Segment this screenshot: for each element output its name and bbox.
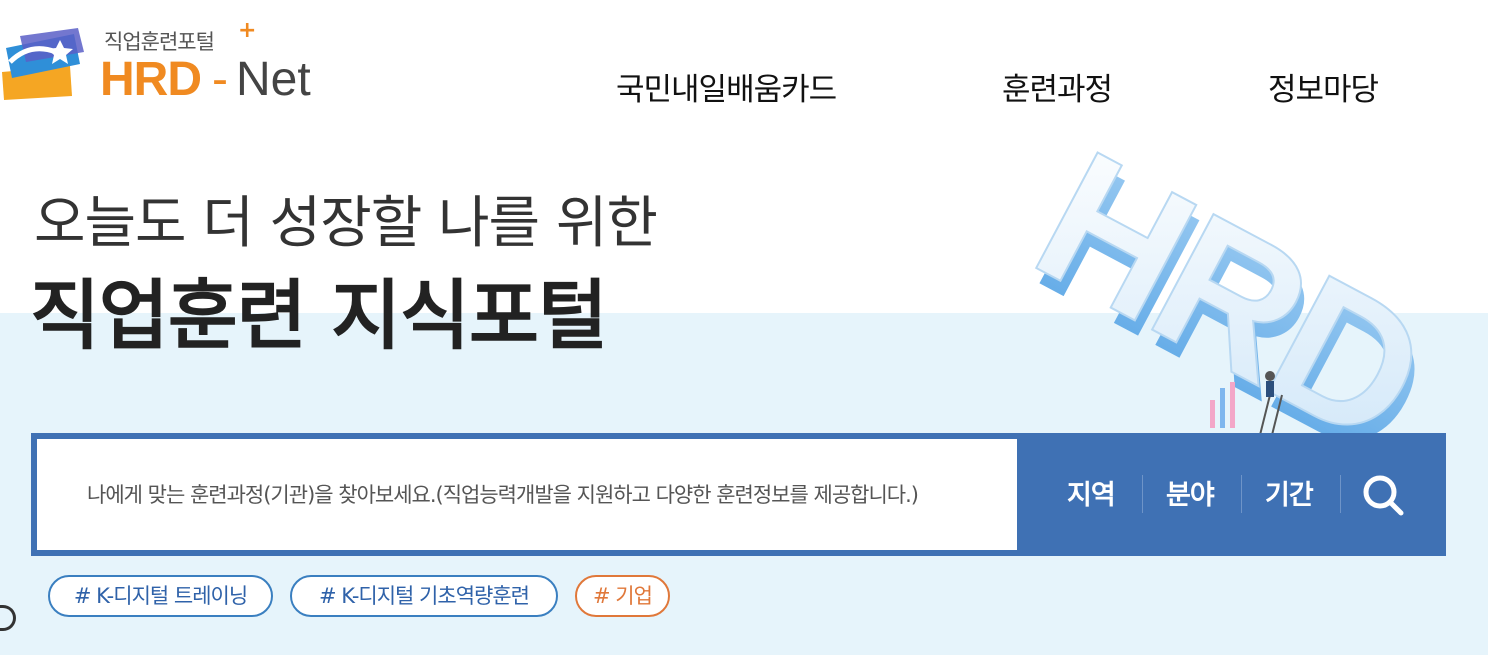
- nav-item-training-courses[interactable]: 훈련과정: [1002, 64, 1113, 109]
- tag-k-digital-basic[interactable]: # K-디지털 기초역량훈련: [290, 575, 558, 617]
- hero-title: 직업훈련 지식포털: [30, 271, 608, 360]
- tag-k-digital-training[interactable]: # K-디지털 트레이닝: [48, 575, 273, 617]
- illustration-hrd-text: HRD: [1006, 150, 1430, 440]
- hrd-net-logo[interactable]: 직업훈련포털 + HRD - Net: [0, 18, 340, 108]
- logo-hrd-text: HRD: [100, 53, 202, 106]
- search-icon[interactable]: [1361, 473, 1405, 517]
- nav-item-info-plaza[interactable]: 정보마당: [1268, 64, 1379, 109]
- filter-divider: [1340, 475, 1341, 513]
- hrd-3d-illustration: HRD HRD: [1005, 150, 1430, 440]
- filter-divider: [1142, 475, 1143, 513]
- logo-net-text: Net: [236, 53, 311, 106]
- hero-subtitle: 오늘도 더 성장할 나를 위한: [34, 191, 658, 256]
- filter-period-button[interactable]: 기간: [1265, 473, 1314, 512]
- logo-plus: +: [238, 18, 257, 43]
- tag-enterprise[interactable]: # 기업: [575, 575, 670, 617]
- filter-region-button[interactable]: 지역: [1067, 473, 1116, 512]
- course-search-bar: 지역 분야 기간: [31, 433, 1446, 556]
- filter-divider: [1241, 475, 1242, 513]
- logo-dash: -: [212, 53, 228, 106]
- course-search-input[interactable]: [37, 439, 1017, 550]
- filter-field-button[interactable]: 분야: [1166, 473, 1215, 512]
- hrd-logo-mark-icon: [2, 28, 84, 100]
- nav-item-learning-card[interactable]: 국민내일배움카드: [616, 64, 837, 109]
